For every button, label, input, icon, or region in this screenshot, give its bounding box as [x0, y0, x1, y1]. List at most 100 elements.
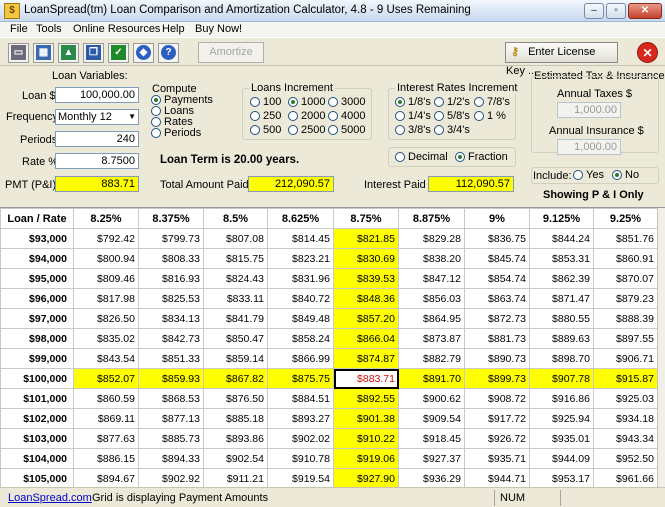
payment-cell[interactable]: $961.66: [593, 468, 658, 489]
payment-cell[interactable]: $800.94: [73, 248, 139, 269]
payment-cell[interactable]: $814.45: [267, 228, 334, 249]
payment-cell[interactable]: $925.03: [593, 388, 658, 409]
payment-cell[interactable]: $845.74: [464, 248, 530, 269]
payment-cell[interactable]: $917.72: [464, 408, 530, 429]
payment-cell[interactable]: $876.50: [203, 388, 268, 409]
payment-cell[interactable]: $852.07: [73, 368, 139, 389]
loan-row-header[interactable]: $102,000: [0, 408, 74, 429]
payment-cell[interactable]: $821.85: [333, 228, 399, 249]
payment-cell[interactable]: $838.20: [398, 248, 465, 269]
pmt-field[interactable]: 883.71: [55, 176, 139, 192]
payment-cell[interactable]: $919.06: [333, 448, 399, 469]
payment-cell[interactable]: $886.15: [73, 448, 139, 469]
payment-cell[interactable]: $943.34: [593, 428, 658, 449]
payment-cell[interactable]: $863.74: [464, 288, 530, 309]
payment-cell[interactable]: $816.93: [138, 268, 204, 289]
loans-increment-500[interactable]: 500: [250, 125, 281, 136]
payment-cell[interactable]: $871.47: [529, 288, 594, 309]
payment-cell[interactable]: $894.67: [73, 468, 139, 489]
info-button[interactable]: ◆: [133, 43, 154, 63]
payment-cell[interactable]: $851.33: [138, 348, 204, 369]
payment-cell[interactable]: $927.37: [398, 448, 465, 469]
include-no-radio[interactable]: No: [612, 170, 639, 181]
payment-cell[interactable]: $850.47: [203, 328, 268, 349]
payment-cell[interactable]: $944.71: [464, 468, 530, 489]
print-button[interactable]: ▭: [8, 43, 29, 63]
help-button[interactable]: ?: [158, 43, 179, 63]
annual-taxes-field[interactable]: 1,000.00: [557, 102, 621, 118]
payment-cell[interactable]: $869.11: [73, 408, 139, 429]
periods-field[interactable]: 240: [55, 131, 139, 147]
payment-cell[interactable]: $919.54: [267, 468, 334, 489]
payment-cell[interactable]: $817.98: [73, 288, 139, 309]
payment-cell[interactable]: $902.92: [138, 468, 204, 489]
payment-cell[interactable]: $910.22: [333, 428, 399, 449]
loans-increment-2500[interactable]: 2500: [288, 125, 325, 136]
payment-cell[interactable]: $893.86: [203, 428, 268, 449]
payment-cell[interactable]: $902.02: [267, 428, 334, 449]
payment-cell[interactable]: $906.71: [593, 348, 658, 369]
website-link[interactable]: LoanSpread.com: [8, 492, 92, 504]
payment-cell[interactable]: $859.14: [203, 348, 268, 369]
loan-row-header[interactable]: $104,000: [0, 448, 74, 469]
rates-increment-seven-eighths[interactable]: 7/8's: [474, 97, 510, 108]
menu-tools[interactable]: Tools: [36, 23, 62, 35]
total-paid-field[interactable]: 212,090.57: [248, 176, 334, 192]
payment-cell[interactable]: $915.87: [593, 368, 658, 389]
payment-cell[interactable]: $910.78: [267, 448, 334, 469]
payment-cell[interactable]: $826.50: [73, 308, 139, 329]
payment-cell[interactable]: $885.18: [203, 408, 268, 429]
compute-option-periods[interactable]: Periods: [151, 128, 201, 139]
menu-buy-now[interactable]: Buy Now!: [195, 23, 242, 35]
payment-cell[interactable]: $899.73: [464, 368, 530, 389]
rate-column-header[interactable]: 8.25%: [73, 208, 139, 229]
payment-cell[interactable]: $879.23: [593, 288, 658, 309]
payment-cell[interactable]: $857.20: [333, 308, 399, 329]
chart-button[interactable]: ▲: [58, 43, 79, 63]
selected-payment-cell[interactable]: $883.71: [333, 368, 399, 389]
frequency-select[interactable]: Monthly 12 ▼: [55, 109, 139, 125]
menu-file[interactable]: File: [10, 23, 28, 35]
loan-row-header[interactable]: $105,000: [0, 468, 74, 489]
menu-online-resources[interactable]: Online Resources: [73, 23, 160, 35]
display-mode-decimal[interactable]: Decimal: [395, 152, 448, 163]
copy-button[interactable]: ❐: [83, 43, 104, 63]
payment-cell[interactable]: $927.90: [333, 468, 399, 489]
payment-cell[interactable]: $908.72: [464, 388, 530, 409]
payment-cell[interactable]: $900.62: [398, 388, 465, 409]
annual-insurance-field[interactable]: 1,000.00: [557, 139, 621, 155]
payment-cell[interactable]: $867.82: [203, 368, 268, 389]
minimize-button[interactable]: –: [584, 3, 604, 19]
payment-cell[interactable]: $935.01: [529, 428, 594, 449]
payment-cell[interactable]: $843.54: [73, 348, 139, 369]
payment-cell[interactable]: $858.24: [267, 328, 334, 349]
rate-field[interactable]: 8.7500: [55, 153, 139, 169]
payment-cell[interactable]: $860.59: [73, 388, 139, 409]
payment-cell[interactable]: $907.78: [529, 368, 594, 389]
payment-cell[interactable]: $872.73: [464, 308, 530, 329]
payment-cell[interactable]: $884.51: [267, 388, 334, 409]
payment-cell[interactable]: $849.48: [267, 308, 334, 329]
payment-cell[interactable]: $829.28: [398, 228, 465, 249]
payment-cell[interactable]: $848.36: [333, 288, 399, 309]
rates-increment-three-eighths[interactable]: 3/8's: [395, 125, 431, 136]
payment-cell[interactable]: $873.87: [398, 328, 465, 349]
loan-row-header[interactable]: $94,000: [0, 248, 74, 269]
payment-cell[interactable]: $815.75: [203, 248, 268, 269]
payment-cell[interactable]: $918.45: [398, 428, 465, 449]
payment-cell[interactable]: $864.95: [398, 308, 465, 329]
payment-cell[interactable]: $901.38: [333, 408, 399, 429]
maximize-button[interactable]: ▫: [606, 3, 626, 19]
payment-cell[interactable]: $823.21: [267, 248, 334, 269]
payment-cell[interactable]: $892.55: [333, 388, 399, 409]
payment-cell[interactable]: $909.54: [398, 408, 465, 429]
rates-increment-one-percent[interactable]: 1 %: [474, 111, 506, 122]
payment-cell[interactable]: $825.53: [138, 288, 204, 309]
payment-cell[interactable]: $842.73: [138, 328, 204, 349]
grid-vertical-scrollbar[interactable]: [657, 208, 665, 488]
payment-cell[interactable]: $807.08: [203, 228, 268, 249]
loan-row-header[interactable]: $99,000: [0, 348, 74, 369]
loan-row-header[interactable]: $100,000: [0, 368, 74, 389]
rates-increment-halves[interactable]: 1/2's: [434, 97, 470, 108]
rate-column-header[interactable]: 8.875%: [398, 208, 465, 229]
